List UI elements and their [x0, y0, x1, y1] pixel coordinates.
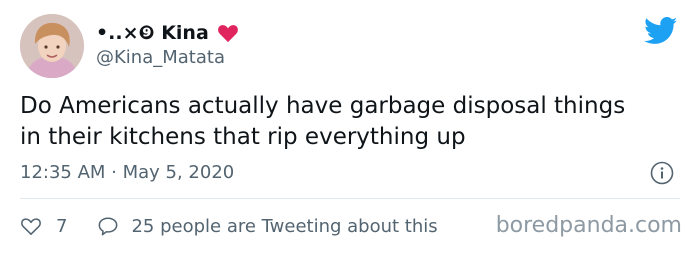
- speech-bubble-icon[interactable]: [97, 216, 119, 236]
- heart-outline-icon[interactable]: [20, 216, 42, 236]
- tweeting-count-link[interactable]: 25 people are Tweeting about this: [131, 216, 437, 237]
- red-heart-icon: [217, 25, 238, 43]
- engagement-bar: 7 25 people are Tweeting about this: [20, 214, 438, 238]
- tweet-text-line: in their kitchens that rip everything up: [20, 124, 466, 150]
- tweet-text: Do Americans actually have garbage dispo…: [20, 91, 680, 153]
- display-name[interactable]: •..×❾ Kina: [96, 22, 209, 44]
- user-handle[interactable]: @Kina_Matata: [96, 47, 225, 68]
- avatar[interactable]: [20, 14, 84, 78]
- watermark: boredpanda.com: [495, 213, 682, 238]
- twitter-bird-icon[interactable]: [644, 17, 678, 45]
- tweet-timestamp[interactable]: 12:35 AM · May 5, 2020: [20, 162, 234, 183]
- like-count[interactable]: 7: [56, 216, 67, 237]
- info-icon[interactable]: [650, 161, 674, 185]
- display-name-row[interactable]: •..×❾ Kina: [96, 20, 239, 46]
- divider: [20, 198, 680, 199]
- tweet-text-line: Do Americans actually have garbage dispo…: [20, 93, 626, 119]
